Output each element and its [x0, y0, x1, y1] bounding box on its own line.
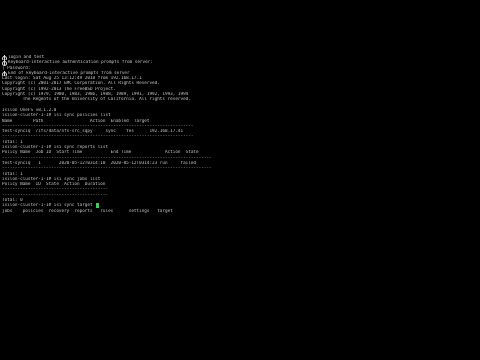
key-icon — [2, 55, 7, 61]
terminal-line-text: jobs policies recovery reports rules set… — [2, 208, 173, 214]
terminal-line-text: The Regents of the University of Califor… — [2, 97, 191, 103]
terminal-line-text: ----------------------------------------… — [2, 166, 212, 172]
video-frame: login and test Keyboard-interactive authe… — [0, 0, 480, 360]
terminal-output[interactable]: login and test Keyboard-interactive authe… — [2, 55, 478, 230]
terminal-line: jobs policies recovery reports rules set… — [2, 209, 478, 214]
key-icon — [2, 60, 7, 66]
key-icon — [2, 71, 7, 77]
terminal-line-text: ----------------------------------------… — [2, 134, 194, 140]
